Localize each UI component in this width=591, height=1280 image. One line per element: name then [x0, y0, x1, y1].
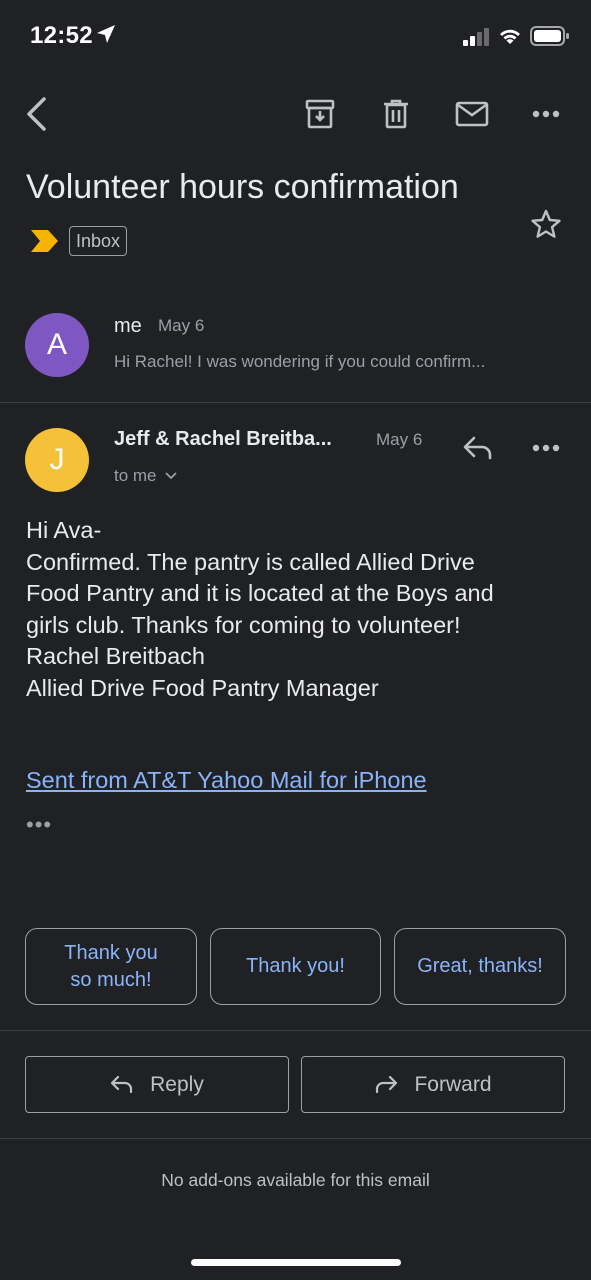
smart-reply-button[interactable]: Great, thanks!	[394, 928, 566, 1005]
recipient-text: to me	[114, 466, 157, 485]
battery-icon	[530, 26, 570, 51]
message-date: May 6	[158, 316, 205, 335]
message-date: May 6	[376, 430, 423, 449]
more-horizontal-icon	[532, 110, 560, 118]
divider	[0, 402, 591, 403]
avatar: J	[25, 428, 89, 492]
reply-label: Reply	[150, 1072, 204, 1096]
smart-reply-button[interactable]: Thank you!	[210, 928, 381, 1005]
chevron-down-icon	[164, 472, 177, 480]
smart-reply-label: Thank you!	[246, 955, 345, 977]
reply-icon	[463, 436, 492, 460]
trash-icon	[384, 99, 408, 129]
body-line: Allied Drive Food Pantry Manager	[26, 674, 379, 701]
divider	[0, 1030, 591, 1031]
body-line: Rachel Breitbach	[26, 643, 205, 669]
smart-reply-label: Thank you	[64, 941, 158, 964]
inbox-label[interactable]: Inbox	[69, 226, 128, 256]
more-options-button[interactable]	[526, 94, 566, 134]
reply-button[interactable]	[458, 428, 498, 468]
wifi-icon	[498, 26, 522, 51]
body-line: Hi Ava-	[26, 517, 102, 543]
reply-icon	[111, 1075, 133, 1093]
forward-icon	[376, 1075, 398, 1093]
status-time: 12:52	[30, 22, 93, 49]
message-more-button[interactable]	[526, 428, 566, 468]
divider	[0, 1138, 591, 1139]
delete-button[interactable]	[376, 94, 416, 134]
mail-icon	[455, 101, 489, 127]
body-line: Confirmed. The pantry is called Allied D…	[26, 548, 475, 575]
smart-reply-label: so much!	[70, 968, 152, 991]
body-line: Food Pantry and it is located at the Boy…	[26, 580, 494, 606]
message-collapsed[interactable]: A me May 6 Hi Rachel! I was wondering if…	[0, 296, 591, 400]
reply-action-button[interactable]: Reply	[25, 1056, 289, 1113]
email-subject: Volunteer hours confirmation	[26, 168, 459, 206]
archive-button[interactable]	[300, 94, 340, 134]
body-line: girls club. Thanks for coming to volunte…	[26, 611, 461, 638]
sender-name: me	[114, 315, 142, 337]
message-body: Hi Ava- Confirmed. The pantry is called …	[26, 515, 571, 704]
back-arrow-icon	[27, 97, 46, 131]
importance-marker-icon[interactable]	[31, 230, 59, 257]
forward-label: Forward	[414, 1072, 492, 1096]
forward-action-button[interactable]: Forward	[301, 1056, 565, 1113]
star-button[interactable]	[526, 204, 566, 244]
mark-unread-button[interactable]	[451, 94, 493, 134]
smart-reply-label: Great, thanks!	[417, 955, 543, 977]
avatar: A	[25, 313, 89, 377]
recipients-toggle[interactable]: to me	[114, 466, 177, 486]
signature-link[interactable]: Sent from AT&T Yahoo Mail for iPhone	[26, 767, 427, 794]
star-icon	[531, 209, 561, 238]
back-button[interactable]	[18, 94, 54, 134]
addons-message: No add-ons available for this email	[161, 1170, 430, 1190]
message-snippet: Hi Rachel! I was wondering if you could …	[114, 352, 486, 371]
location-arrow-icon	[96, 24, 116, 49]
show-trimmed-content-button[interactable]: •••	[26, 812, 52, 838]
home-indicator[interactable]	[191, 1259, 401, 1266]
sender-name: Jeff & Rachel Breitba...	[114, 428, 332, 450]
smart-reply-button[interactable]: Thank you so much!	[25, 928, 197, 1005]
cellular-signal-icon	[463, 28, 491, 51]
archive-icon	[305, 99, 335, 129]
more-horizontal-icon	[532, 444, 560, 452]
